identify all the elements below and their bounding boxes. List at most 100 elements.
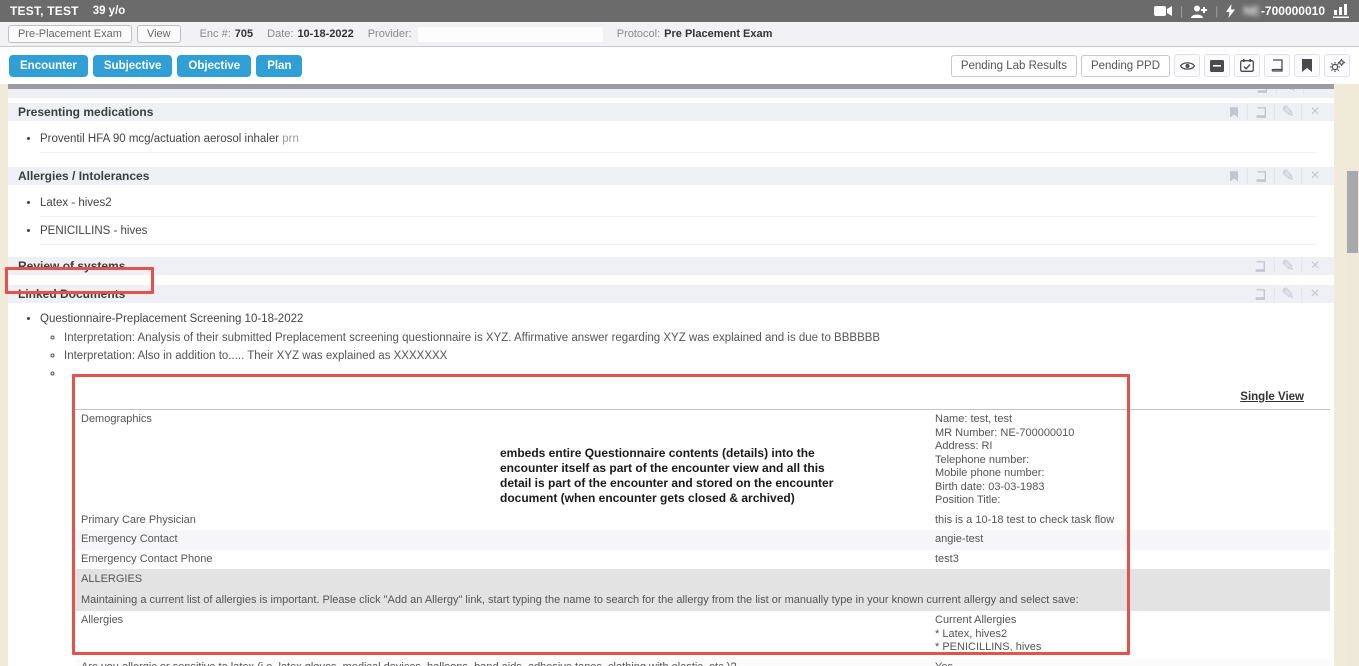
patient-age: 39 y/o xyxy=(93,5,126,17)
settings-gears-icon[interactable] xyxy=(1324,54,1350,77)
interpretation-item: Interpretation: Analysis of their submit… xyxy=(64,329,1334,347)
encounter-view-page: TEST, TEST 39 y/o | | NE-700000010 Pre-P… xyxy=(0,0,1359,666)
allergy-item: PENICILLINS - hives xyxy=(40,217,1316,245)
single-view-container: Single View xyxy=(8,391,1334,403)
bookmark-icon[interactable] xyxy=(1220,168,1247,184)
close-icon[interactable]: × xyxy=(1301,258,1328,274)
exam-type-button[interactable]: Pre-Placement Exam xyxy=(8,25,132,43)
section-title: Review of systems xyxy=(18,259,125,273)
edit-icon[interactable]: ✎ xyxy=(1276,89,1303,95)
presenting-medications-list: Proventil HFA 90 mcg/actuation aerosol i… xyxy=(40,125,1334,153)
titlebar-divider: | xyxy=(1180,4,1183,18)
edit-icon[interactable]: ✎ xyxy=(1274,286,1301,302)
row-value: Yes xyxy=(935,661,1330,666)
allergies-list: Latex - hives2 PENICILLINS - hives xyxy=(40,189,1334,245)
encounter-content-area: ✎ × Presenting medications ✎ × Proventil… xyxy=(0,84,1359,666)
encounter-toolbar: Encounter Subjective Objective Plan Pend… xyxy=(0,47,1359,84)
archive-box-icon[interactable] xyxy=(1204,54,1230,77)
lightning-icon[interactable] xyxy=(1226,4,1235,18)
patient-title-bar: TEST, TEST 39 y/o | | NE-700000010 xyxy=(0,0,1359,22)
row-label: Allergies xyxy=(81,614,935,655)
close-icon[interactable]: × xyxy=(1303,89,1330,95)
reviewer-annotation-note: embeds entire Questionnaire contents (de… xyxy=(500,446,945,506)
book-icon[interactable] xyxy=(1247,258,1274,274)
section-title: Linked Documents xyxy=(18,287,125,301)
date-label: Date: xyxy=(267,28,293,40)
tab-subjective[interactable]: Subjective xyxy=(93,55,173,77)
interpretation-list: Interpretation: Analysis of their submit… xyxy=(64,329,1334,383)
view-button[interactable]: View xyxy=(137,25,181,43)
medication-item: Proventil HFA 90 mcg/actuation aerosol i… xyxy=(40,125,1316,153)
provider-value-redacted xyxy=(418,27,603,42)
row-value: test3 xyxy=(935,553,1330,567)
row-value: this is a 10-18 test to check task flow xyxy=(935,514,1330,528)
eye-icon[interactable] xyxy=(1174,54,1200,77)
close-icon[interactable]: × xyxy=(1301,286,1328,302)
tab-encounter[interactable]: Encounter xyxy=(9,55,88,77)
row-value: angie-test xyxy=(935,533,1330,547)
section-header-clipped: ✎ × xyxy=(8,89,1334,98)
calendar-check-icon[interactable] xyxy=(1234,54,1260,77)
provider-label: Provider: xyxy=(368,28,412,40)
chart-icon[interactable] xyxy=(1333,4,1349,18)
table-band-allergies-instructions: Maintaining a current list of allergies … xyxy=(75,590,1330,611)
table-row-emergency-contact-phone: Emergency Contact Phone test3 xyxy=(75,550,1330,570)
enc-number-value: 705 xyxy=(235,28,253,40)
encounter-info-bar: Pre-Placement Exam View Enc #: 705 Date:… xyxy=(0,22,1359,47)
bookmark-icon[interactable] xyxy=(1294,54,1320,77)
table-row-latex-question: Are you allergic or sensitive to latex (… xyxy=(75,658,1330,666)
linked-documents-list: Questionnaire-Preplacement Screening 10-… xyxy=(40,311,1334,385)
book-icon[interactable] xyxy=(1249,89,1276,95)
scrollbar-thumb[interactable] xyxy=(1347,171,1358,253)
edit-icon[interactable]: ✎ xyxy=(1274,258,1301,274)
book-icon[interactable] xyxy=(1247,286,1274,302)
section-allergies-intolerances: Allergies / Intolerances ✎ × xyxy=(8,167,1334,185)
protocol-label: Protocol: xyxy=(617,28,660,40)
book-icon[interactable] xyxy=(1247,104,1274,120)
row-value: Name: test, test MR Number: NE-700000010… xyxy=(935,413,1330,508)
edit-icon[interactable]: ✎ xyxy=(1274,104,1301,120)
row-label: Primary Care Physician xyxy=(81,514,935,528)
row-label: Emergency Contact Phone xyxy=(81,553,935,567)
record-id-number: -700000010 xyxy=(1261,4,1325,18)
video-camera-icon[interactable] xyxy=(1154,5,1172,17)
protocol-value: Pre Placement Exam xyxy=(664,28,772,40)
section-linked-documents: Linked Documents ✎ × xyxy=(8,285,1334,303)
encounter-panel: ✎ × Presenting medications ✎ × Proventil… xyxy=(8,84,1334,666)
linked-document-item: Questionnaire-Preplacement Screening 10-… xyxy=(40,311,1334,385)
tab-objective[interactable]: Objective xyxy=(177,55,251,77)
enc-number-label: Enc #: xyxy=(200,28,231,40)
record-id: NE-700000010 xyxy=(1243,4,1325,18)
table-row-allergies: Allergies Current Allergies * Latex, hiv… xyxy=(75,611,1330,658)
close-icon[interactable]: × xyxy=(1301,104,1328,120)
table-band-allergies: ALLERGIES xyxy=(75,569,1330,590)
allergy-item: Latex - hives2 xyxy=(40,189,1316,217)
section-title: Allergies / Intolerances xyxy=(18,169,149,183)
patient-name: TEST, TEST xyxy=(10,4,79,18)
pending-ppd-button[interactable]: Pending PPD xyxy=(1081,55,1170,77)
toolbar-right-actions: Pending Lab Results Pending PPD xyxy=(951,54,1350,77)
tab-plan[interactable]: Plan xyxy=(256,55,302,77)
pending-lab-results-button[interactable]: Pending Lab Results xyxy=(951,55,1077,77)
section-presenting-medications: Presenting medications ✎ × xyxy=(8,103,1334,121)
vertical-scrollbar[interactable] xyxy=(1346,168,1359,666)
add-person-icon[interactable] xyxy=(1191,5,1207,18)
table-row-primary-care-physician: Primary Care Physician this is a 10-18 t… xyxy=(75,511,1330,531)
titlebar-actions: | | NE-700000010 xyxy=(1154,4,1349,18)
linked-document-title[interactable]: Questionnaire-Preplacement Screening 10-… xyxy=(40,313,303,325)
book-icon[interactable] xyxy=(1264,54,1290,77)
row-label: Are you allergic or sensitive to latex (… xyxy=(81,661,935,666)
date-value: 10-18-2022 xyxy=(297,28,353,40)
single-view-link[interactable]: Single View xyxy=(1240,391,1304,403)
close-icon[interactable]: × xyxy=(1301,168,1328,184)
table-row-emergency-contact: Emergency Contact angie-test xyxy=(75,530,1330,550)
table-row-demographics: Demographics Name: test, test MR Number:… xyxy=(75,410,1330,511)
bookmark-icon[interactable] xyxy=(1220,104,1247,120)
edit-icon[interactable]: ✎ xyxy=(1274,168,1301,184)
questionnaire-table: Demographics Name: test, test MR Number:… xyxy=(75,409,1330,666)
medication-frequency: prn xyxy=(282,133,299,145)
record-id-prefix: NE xyxy=(1243,4,1260,18)
book-icon[interactable] xyxy=(1247,168,1274,184)
row-label: Emergency Contact xyxy=(81,533,935,547)
row-value: Current Allergies * Latex, hives2 * PENI… xyxy=(935,614,1330,655)
